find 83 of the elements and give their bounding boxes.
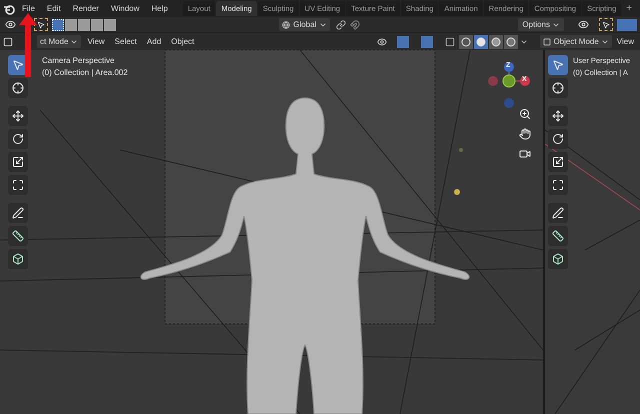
annotate-tool-button[interactable] bbox=[8, 203, 28, 223]
menu-item[interactable]: File bbox=[17, 2, 40, 14]
viewport-menu-item[interactable]: Select bbox=[110, 36, 141, 48]
scale-tool-button[interactable] bbox=[8, 152, 28, 172]
selection-mode-button[interactable] bbox=[104, 18, 116, 30]
transform-icon bbox=[552, 179, 564, 191]
add-workspace-button[interactable]: + bbox=[622, 1, 636, 16]
visibility-icon[interactable] bbox=[377, 36, 388, 46]
rotate-tool-button[interactable] bbox=[8, 129, 28, 149]
gizmo-toggle-button[interactable] bbox=[397, 36, 410, 48]
cursor-tool-button[interactable] bbox=[8, 78, 28, 98]
selection-mode-button[interactable] bbox=[65, 18, 77, 30]
selection-mode-button[interactable] bbox=[52, 18, 64, 30]
transform-tool-button[interactable] bbox=[8, 175, 28, 195]
selection-mode-button[interactable] bbox=[91, 18, 103, 30]
options-dropdown[interactable]: Options bbox=[518, 18, 564, 31]
cursor-icon bbox=[12, 82, 24, 94]
add-icon bbox=[552, 253, 564, 265]
add-icon bbox=[12, 253, 24, 265]
scale-icon bbox=[552, 156, 564, 168]
editor-type-icon[interactable] bbox=[3, 36, 13, 46]
move-tool-button[interactable] bbox=[548, 106, 568, 126]
viewport-menu-item[interactable]: View bbox=[83, 36, 109, 48]
xray-icon[interactable] bbox=[445, 36, 456, 46]
link-icon[interactable] bbox=[336, 20, 346, 30]
transform-tool-button[interactable] bbox=[548, 175, 568, 195]
hand-icon[interactable] bbox=[519, 128, 531, 140]
rotate-tool-button[interactable] bbox=[548, 129, 568, 149]
select-tool-button[interactable] bbox=[548, 55, 568, 75]
annotate-icon bbox=[12, 207, 24, 219]
material-sphere-icon bbox=[491, 36, 502, 46]
move-tool-button[interactable] bbox=[8, 106, 28, 126]
camera-icon[interactable] bbox=[519, 148, 531, 160]
viewport-menu-item[interactable]: View bbox=[614, 36, 637, 48]
rotate-icon bbox=[12, 133, 24, 145]
cursor-icon bbox=[552, 82, 564, 94]
overlay-toggle-button[interactable] bbox=[421, 36, 434, 48]
select-icon bbox=[552, 59, 564, 71]
annotate-tool-button[interactable] bbox=[548, 203, 568, 223]
collection-label: (0) Collection | Area.002 bbox=[42, 67, 128, 79]
add-tool-button[interactable] bbox=[548, 249, 568, 269]
mode-label: Object Mode bbox=[553, 36, 599, 48]
measure-icon bbox=[552, 230, 564, 242]
rotate-icon bbox=[552, 133, 564, 145]
menu-item[interactable]: Edit bbox=[42, 2, 66, 14]
cursor-arrow-icon bbox=[37, 20, 45, 28]
square-icon bbox=[543, 38, 552, 46]
wireframe-sphere-icon bbox=[461, 36, 472, 46]
measure-tool-button[interactable] bbox=[548, 226, 568, 246]
annotate-icon bbox=[552, 207, 564, 219]
solid-shading-button[interactable] bbox=[474, 34, 488, 48]
zoom-icon[interactable] bbox=[519, 108, 531, 120]
annotation-arrow bbox=[19, 13, 37, 77]
transform-icon bbox=[12, 179, 24, 191]
menu-item[interactable]: Render bbox=[68, 2, 104, 14]
add-tool-button[interactable] bbox=[8, 249, 28, 269]
rendered-shading-button[interactable] bbox=[504, 34, 518, 48]
scale-icon bbox=[12, 156, 24, 168]
mode-dropdown[interactable]: Object Mode bbox=[540, 35, 612, 48]
magnet-icon[interactable] bbox=[350, 20, 360, 30]
solid-sphere-icon bbox=[476, 36, 486, 46]
selection-mode-button[interactable] bbox=[78, 18, 90, 30]
measure-tool-button[interactable] bbox=[8, 226, 28, 246]
wireframe-shading-button[interactable] bbox=[459, 34, 474, 48]
cursor-arrow-icon bbox=[602, 20, 610, 28]
cursor-tool-button[interactable] bbox=[548, 78, 568, 98]
measure-icon bbox=[12, 230, 24, 242]
select-icon bbox=[12, 59, 24, 71]
material-shading-button[interactable] bbox=[489, 34, 504, 48]
scale-tool-button[interactable] bbox=[548, 152, 568, 172]
menu-item[interactable]: Window bbox=[106, 2, 144, 14]
move-icon bbox=[12, 110, 24, 122]
viewport-menu-item[interactable]: Add bbox=[142, 36, 166, 48]
move-icon bbox=[552, 110, 564, 122]
globe-icon bbox=[282, 20, 290, 28]
rendered-sphere-icon bbox=[506, 36, 516, 46]
orientation-label: Global bbox=[293, 18, 316, 30]
orientation-dropdown[interactable]: Global bbox=[279, 18, 330, 31]
menu-item[interactable]: Help bbox=[146, 2, 173, 14]
mode-dropdown[interactable]: ct Mode bbox=[37, 35, 82, 48]
select-tool-button[interactable] bbox=[599, 18, 613, 31]
viewport-title: Camera Perspective bbox=[42, 55, 116, 67]
viewport-menu-item[interactable]: Object bbox=[167, 36, 198, 48]
